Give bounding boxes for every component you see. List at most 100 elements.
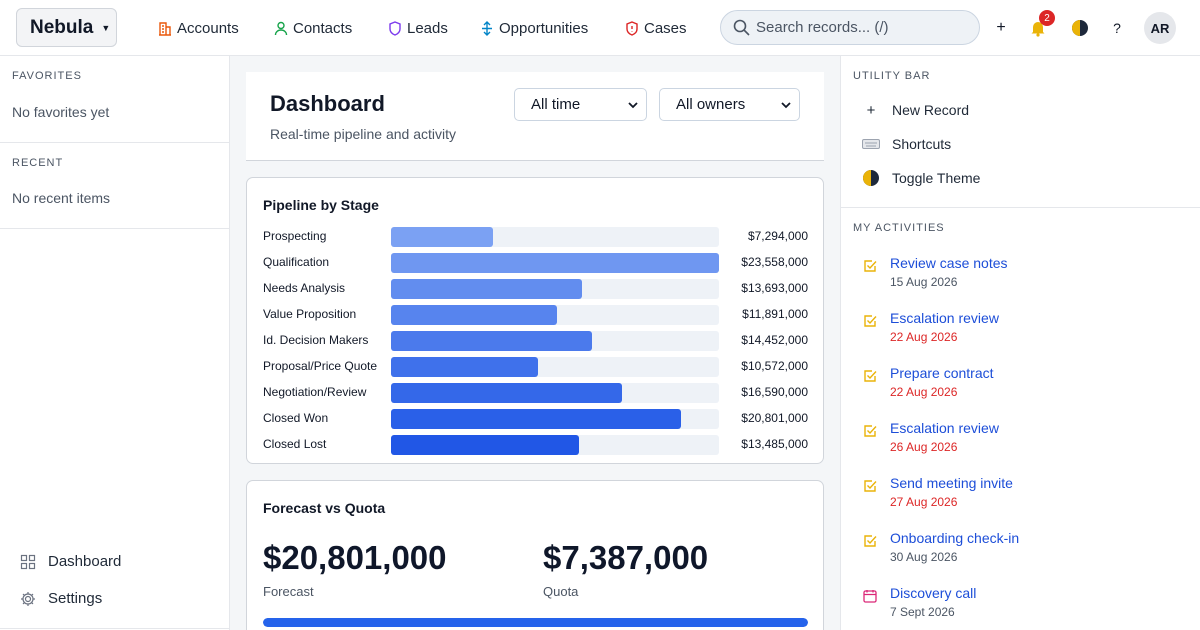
nav-leads[interactable]: Leads <box>388 18 448 38</box>
activity-date: 15 Aug 2026 <box>890 275 958 289</box>
theme-toggle-button[interactable] <box>1066 14 1094 42</box>
time-filter-value: All time <box>531 96 581 113</box>
time-filter-select[interactable]: All time <box>514 88 647 121</box>
pipeline-stage-row: Closed Won $20,801,000 <box>263 409 808 429</box>
pipeline-stage-row: Needs Analysis $13,693,000 <box>263 279 808 299</box>
stage-bar[interactable] <box>391 409 681 429</box>
activity-date: 22 Aug 2026 <box>890 385 958 399</box>
divider <box>841 207 1200 208</box>
activity-title[interactable]: Escalation review <box>890 420 999 436</box>
stage-label: Id. Decision Makers <box>263 333 369 347</box>
sidebar-item-dashboard[interactable]: Dashboard <box>20 553 121 570</box>
activity-title[interactable]: Prepare contract <box>890 365 994 381</box>
divider <box>0 628 230 629</box>
activity-item[interactable]: Discovery call 7 Sept 2026 <box>861 585 1181 625</box>
notification-badge: 2 <box>1039 10 1055 26</box>
stage-bar[interactable] <box>391 305 557 325</box>
activity-item[interactable]: Onboarding check-in 30 Aug 2026 <box>861 530 1181 570</box>
quota-label: Quota <box>543 584 579 599</box>
activity-item[interactable]: Review case notes 15 Aug 2026 <box>861 255 1181 295</box>
stage-bar[interactable] <box>391 253 719 273</box>
shield-alert-icon <box>626 20 638 36</box>
app-switcher[interactable]: Nebula ▼ <box>16 8 117 47</box>
new-button[interactable]: + <box>987 14 1015 42</box>
activity-item[interactable]: Escalation review 22 Aug 2026 <box>861 310 1181 350</box>
activity-title[interactable]: Discovery call <box>890 585 976 601</box>
owner-filter-select[interactable]: All owners <box>659 88 800 121</box>
stage-bar[interactable] <box>391 435 579 455</box>
stage-bar[interactable] <box>391 357 539 377</box>
plus-icon: + <box>996 19 1006 36</box>
stage-bar-track <box>391 331 719 351</box>
nav-cases[interactable]: Cases <box>625 18 687 38</box>
pipeline-stage-row: Id. Decision Makers $14,452,000 <box>263 331 808 351</box>
activity-item[interactable]: Prepare contract 22 Aug 2026 <box>861 365 1181 405</box>
utility-item-label: Toggle Theme <box>892 170 981 186</box>
nav-opportunities[interactable]: Opportunities <box>480 18 588 38</box>
forecast-value: $20,801,000 <box>263 539 447 576</box>
new-record-button[interactable]: + New Record <box>861 101 970 119</box>
keyboard-icon <box>861 136 881 152</box>
nav-accounts[interactable]: Accounts <box>158 18 239 38</box>
utility-item-label: New Record <box>892 102 970 118</box>
stage-bar-track <box>391 305 719 325</box>
activity-title[interactable]: Send meeting invite <box>890 475 1013 491</box>
notifications-button[interactable]: 2 <box>1024 10 1055 42</box>
help-icon: ? <box>1113 20 1121 36</box>
shortcuts-button[interactable]: Shortcuts <box>861 136 951 152</box>
owner-filter-value: All owners <box>676 96 746 113</box>
sidebar-item-settings[interactable]: Settings <box>20 590 102 607</box>
pipeline-card: Pipeline by Stage Prospecting $7,294,000 Q… <box>246 177 824 464</box>
stage-label: Closed Lost <box>263 437 327 451</box>
activity-date: 22 Aug 2026 <box>890 330 958 344</box>
activities-heading: MY ACTIVITIES <box>853 222 945 234</box>
stage-bar[interactable] <box>391 279 582 299</box>
stage-label: Negotiation/Review <box>263 385 367 399</box>
activity-title[interactable]: Review case notes <box>890 255 1008 271</box>
sidebar-item-label: Settings <box>48 590 103 607</box>
stage-bar[interactable] <box>391 383 622 403</box>
task-check-icon <box>864 260 877 272</box>
gear-icon <box>21 591 35 606</box>
stage-bar[interactable] <box>391 227 493 247</box>
stage-bar-track <box>391 279 719 299</box>
activity-title[interactable]: Onboarding check-in <box>890 530 1019 546</box>
search-input[interactable] <box>756 19 966 36</box>
help-button[interactable]: ? <box>1103 14 1131 42</box>
stage-bar-track <box>391 227 719 247</box>
stage-value: $14,452,000 <box>741 333 808 347</box>
divider <box>0 142 230 143</box>
chevron-down-icon <box>628 102 638 109</box>
search-icon <box>733 19 750 36</box>
grid-icon <box>20 554 36 569</box>
forecast-title: Forecast vs Quota <box>263 500 386 516</box>
stage-value: $20,801,000 <box>741 411 808 425</box>
right-panel: UTILITY BAR + New Record Shortcuts Toggl… <box>840 56 1200 630</box>
half-moon-icon <box>861 170 881 186</box>
plus-icon: + <box>866 101 876 119</box>
stage-value: $10,572,000 <box>741 359 808 373</box>
arrows-vertical-icon <box>482 20 492 36</box>
stage-bar-track <box>391 383 719 403</box>
nav-cases-label: Cases <box>644 19 687 37</box>
favorites-empty-text: No favorites yet <box>12 104 110 120</box>
nav-contacts[interactable]: Contacts <box>274 18 352 38</box>
avatar[interactable]: AR <box>1144 12 1176 44</box>
activity-title[interactable]: Escalation review <box>890 310 999 326</box>
activity-item[interactable]: Send meeting invite 27 Aug 2026 <box>861 475 1181 515</box>
activity-date: 27 Aug 2026 <box>890 495 958 509</box>
forecast-label: Forecast <box>263 584 314 599</box>
task-check-icon <box>864 425 877 437</box>
search-box[interactable] <box>720 10 980 45</box>
stage-label: Prospecting <box>263 229 327 243</box>
stage-label: Proposal/Price Quote <box>263 359 378 373</box>
stage-bar[interactable] <box>391 331 593 351</box>
stage-value: $16,590,000 <box>741 385 808 399</box>
calendar-icon <box>863 590 877 603</box>
activity-item[interactable]: Escalation review 26 Aug 2026 <box>861 420 1181 460</box>
stage-label: Needs Analysis <box>263 281 346 295</box>
toggle-theme-button[interactable]: Toggle Theme <box>861 170 980 186</box>
stage-bar-track <box>391 435 719 455</box>
stage-bar-track <box>391 409 719 429</box>
task-check-icon <box>864 535 877 547</box>
